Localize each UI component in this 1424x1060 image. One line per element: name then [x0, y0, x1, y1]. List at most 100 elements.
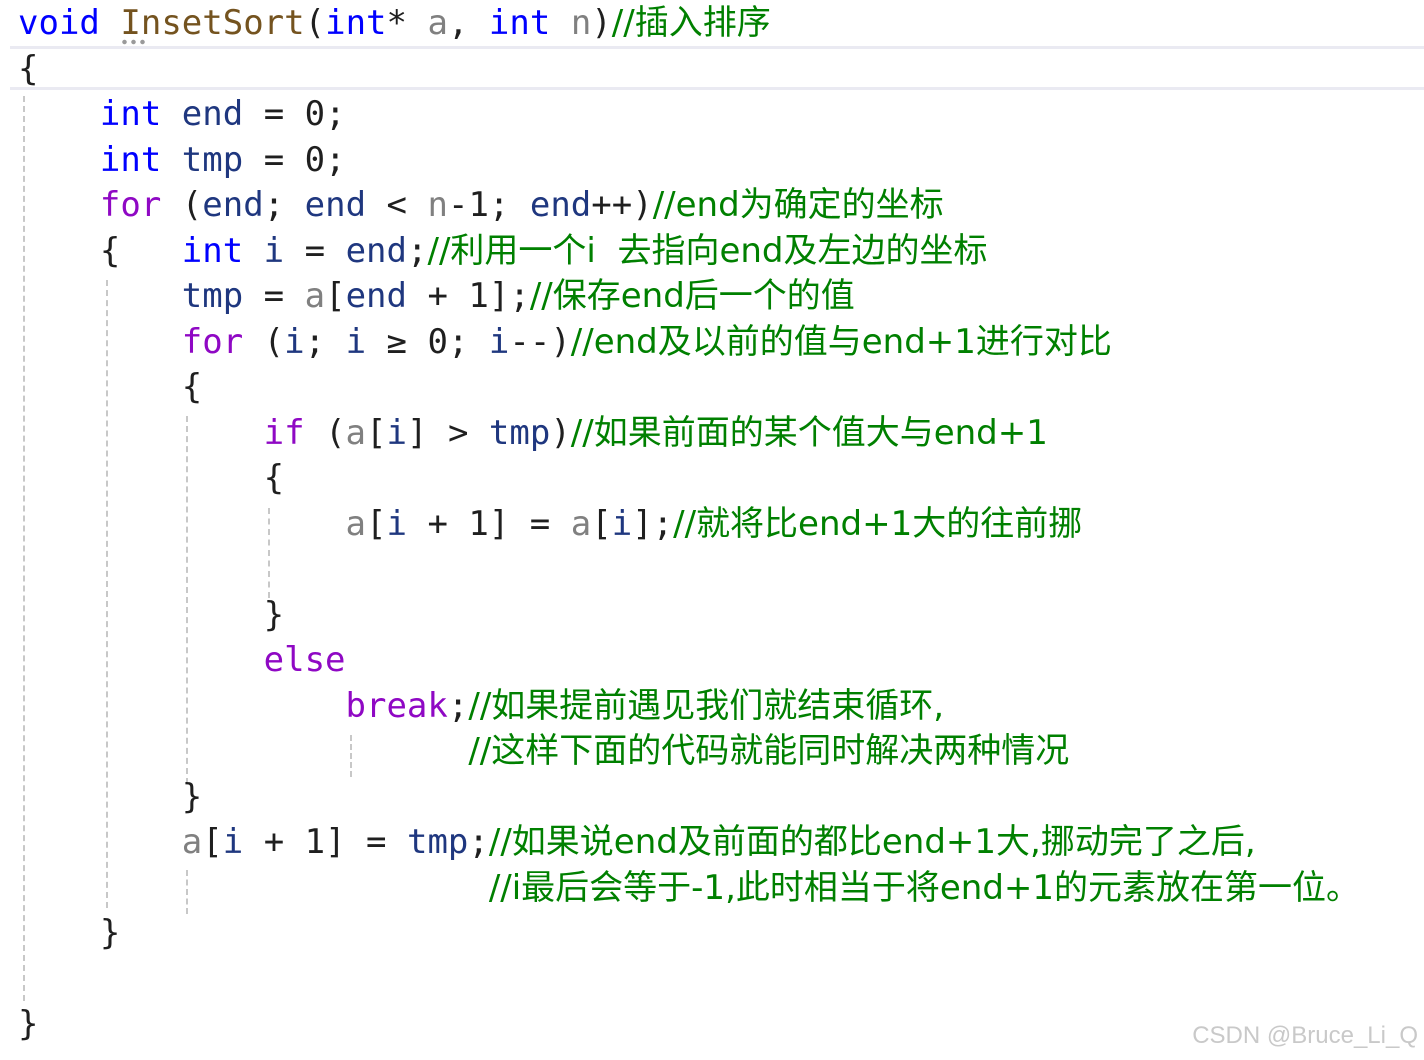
punctuation-token: + 1];	[407, 276, 530, 316]
watermark: CSDN @Bruce_Li_Q	[1192, 1022, 1418, 1049]
keyword-token: int	[325, 3, 387, 43]
punctuation-token: --)	[509, 322, 571, 362]
code-line[interactable]: }	[18, 592, 284, 638]
punctuation-token	[550, 3, 570, 43]
punctuation-token: [	[325, 276, 346, 316]
punctuation-token	[18, 185, 100, 225]
code-line[interactable]: break;//如果提前遇见我们就结束循环,	[18, 683, 945, 729]
variable-token: end	[529, 185, 592, 225]
punctuation-token: {	[18, 458, 285, 498]
punctuation-token: [	[366, 504, 387, 544]
control-keyword-token: if	[263, 413, 305, 453]
variable-token: i	[345, 322, 367, 362]
variable-token: end	[181, 94, 244, 134]
current-line-highlight	[10, 46, 1424, 90]
punctuation-token: (	[304, 3, 326, 43]
comment-token: //end及以前的值与end+1进行对比	[570, 322, 1112, 362]
punctuation-token: [	[202, 822, 223, 862]
punctuation-token: + 1] =	[406, 504, 571, 544]
variable-token: i	[386, 413, 407, 453]
comment-token: //这样下面的代码就能同时解决两种情况	[468, 731, 1070, 771]
punctuation-token	[18, 822, 182, 862]
parameter-token: a	[345, 504, 366, 544]
variable-token: end	[304, 185, 367, 225]
code-line[interactable]: int tmp = 0;	[18, 137, 346, 183]
code-line[interactable]: for (i; i ≥ 0; i--)//end及以前的值与end+1进行对比	[18, 319, 1112, 365]
punctuation-token: ;	[304, 322, 346, 362]
keyword-token: int	[99, 140, 162, 180]
punctuation-token: = 0;	[243, 94, 346, 134]
variable-token: tmp	[488, 413, 551, 453]
code-line[interactable]: }	[18, 910, 120, 956]
punctuation-token: (	[304, 413, 346, 453]
parameter-token: n	[570, 3, 592, 43]
punctuation-token: ;	[447, 686, 469, 726]
variable-token: end	[345, 231, 407, 271]
variable-token: tmp	[181, 276, 244, 316]
code-line[interactable]: for (end; end < n-1; end++)//end为确定的坐标	[18, 182, 944, 228]
control-keyword-token: for	[181, 322, 244, 362]
code-line[interactable]: void InsetSort(int* a, int n)//插入排序	[18, 0, 771, 46]
punctuation-token: ;	[468, 822, 489, 862]
comment-token: //i最后会等于-1,此时相当于将end+1的元素放在第一位。	[488, 868, 1361, 908]
punctuation-token	[161, 94, 181, 134]
punctuation-token: =	[243, 276, 305, 316]
punctuation-token	[18, 94, 100, 134]
punctuation-token: <	[366, 185, 428, 225]
punctuation-token	[18, 640, 264, 680]
punctuation-token: )	[550, 413, 571, 453]
punctuation-token: {	[18, 231, 182, 271]
code-line[interactable]: //i最后会等于-1,此时相当于将end+1的元素放在第一位。	[18, 865, 1360, 911]
parameter-token: a	[570, 504, 592, 544]
code-line[interactable]: {	[18, 455, 284, 501]
code-line[interactable]: tmp = a[end + 1];//保存end后一个的值	[18, 273, 855, 319]
code-line[interactable]: }	[18, 1001, 38, 1047]
punctuation-token: [	[591, 504, 612, 544]
punctuation-token	[18, 731, 468, 771]
code-line[interactable]: int end = 0;	[18, 91, 346, 137]
code-line[interactable]: { int i = end;//利用一个i 去指向end及左边的坐标	[18, 228, 988, 274]
keyword-token: int	[99, 94, 162, 134]
punctuation-token	[18, 322, 182, 362]
code-line[interactable]: {	[18, 364, 202, 410]
code-line[interactable]: a[i + 1] = a[i];//就将比end+1大的往前挪	[18, 501, 1083, 547]
variable-token: i	[284, 322, 305, 362]
punctuation-token: ++)	[591, 185, 653, 225]
comment-token: //end为确定的坐标	[652, 185, 944, 225]
punctuation-token: ≥ 0;	[366, 322, 489, 362]
code-line[interactable]: a[i + 1] = tmp;//如果说end及前面的都比end+1大,挪动完了…	[18, 819, 1256, 865]
code-line[interactable]: else	[18, 637, 346, 683]
parameter-token: a	[181, 822, 203, 862]
punctuation-token	[18, 413, 264, 453]
punctuation-token	[243, 231, 263, 271]
punctuation-token	[18, 276, 182, 316]
variable-token: i	[222, 822, 244, 862]
code-line[interactable]: }	[18, 774, 202, 820]
punctuation-token: ] >	[407, 413, 489, 453]
control-keyword-token: break	[345, 686, 448, 726]
variable-token: tmp	[181, 140, 244, 180]
punctuation-token: ;	[407, 231, 428, 271]
punctuation-token: =	[284, 231, 346, 271]
punctuation-token	[18, 686, 346, 726]
punctuation-token: )	[591, 3, 612, 43]
code-line[interactable]: //这样下面的代码就能同时解决两种情况	[18, 728, 1069, 774]
variable-token: i	[488, 322, 510, 362]
comment-token: //插入排序	[611, 3, 771, 43]
punctuation-token: }	[18, 913, 121, 953]
punctuation-token: ,	[447, 3, 489, 43]
variable-token: tmp	[406, 822, 469, 862]
parameter-token: a	[345, 413, 367, 453]
parameter-token: n	[427, 185, 448, 225]
punctuation-token	[161, 140, 181, 180]
comment-token: //保存end后一个的值	[529, 276, 855, 316]
punctuation-token	[18, 504, 346, 544]
keyword-token: void	[18, 3, 100, 43]
comment-token: //就将比end+1大的往前挪	[673, 504, 1083, 544]
punctuation-token: {	[18, 367, 203, 407]
punctuation-token: {	[18, 49, 39, 89]
punctuation-token: ;	[263, 185, 305, 225]
code-line[interactable]: if (a[i] > tmp)//如果前面的某个值大与end+1	[18, 410, 1048, 456]
code-line[interactable]: {	[18, 46, 38, 92]
code-editor[interactable]: void InsetSort(int* a, int n)//插入排序{ int…	[0, 0, 1424, 1060]
